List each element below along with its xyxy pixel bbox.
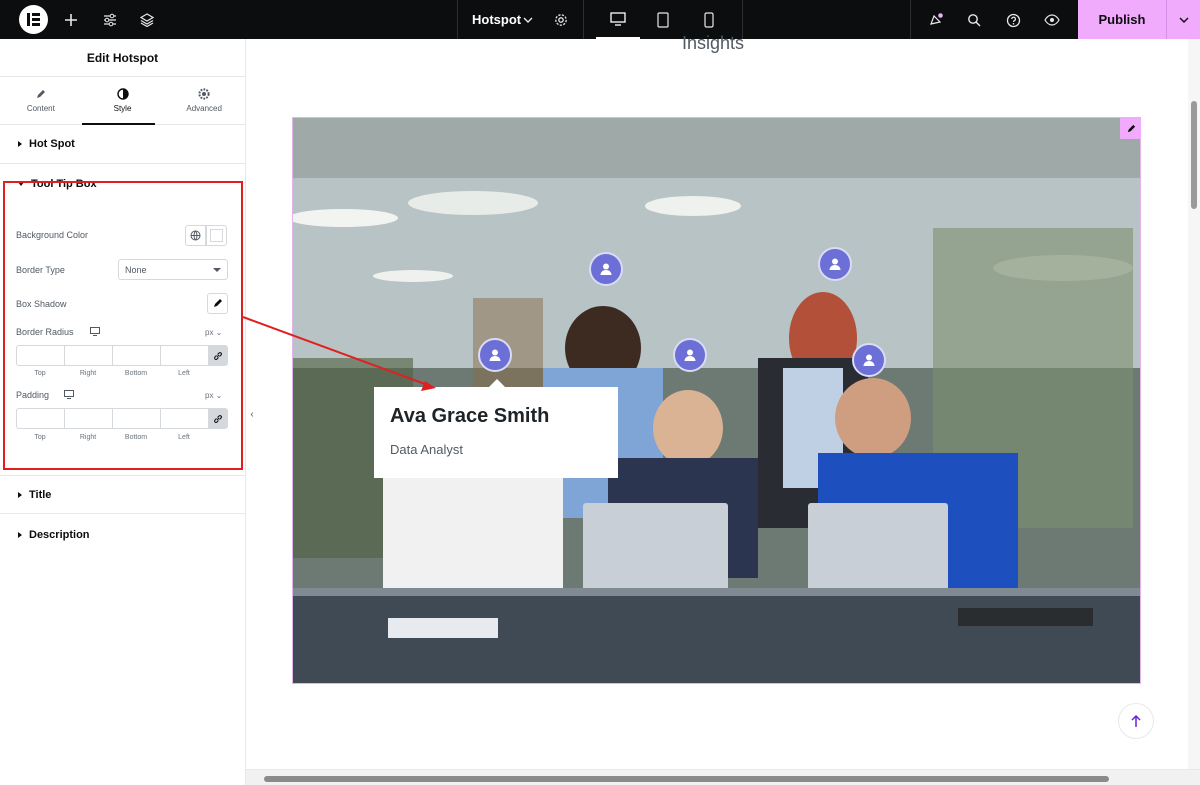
caret-right-icon [18, 141, 22, 147]
section-description-label: Description [29, 528, 90, 541]
tab-advanced[interactable]: Advanced [163, 77, 245, 124]
chevron-down-icon[interactable] [517, 9, 539, 31]
scroll-to-top-button[interactable] [1118, 703, 1154, 739]
user-icon [684, 349, 696, 361]
section-title[interactable]: Title [0, 475, 245, 514]
editor-panel: Edit Hotspot Content Style Advanced Hot … [0, 39, 246, 785]
collapse-panel-button[interactable]: ‹ [246, 399, 258, 429]
panel-tabs: Content Style Advanced [0, 77, 245, 125]
tooltip-title: Ava Grace Smith [390, 405, 550, 427]
publish-options-button[interactable] [1166, 0, 1200, 39]
vertical-scrollbar[interactable] [1188, 39, 1200, 769]
tab-advanced-label: Advanced [186, 104, 222, 113]
user-icon [489, 349, 501, 361]
highlight-box [3, 181, 243, 470]
edit-widget-button[interactable] [1120, 118, 1141, 139]
scrollbar-thumb[interactable] [264, 776, 1109, 782]
arrow-up-icon [1131, 714, 1141, 727]
scrollbar-thumb[interactable] [1191, 101, 1197, 209]
document-name[interactable]: Hotspot [472, 12, 521, 27]
sliders-icon[interactable] [99, 9, 121, 31]
desktop-icon[interactable] [596, 0, 640, 39]
section-hot-spot[interactable]: Hot Spot [0, 125, 245, 164]
preview-eye-icon[interactable] [1041, 9, 1063, 31]
user-icon [829, 258, 841, 270]
tab-style-label: Style [113, 104, 132, 113]
hotspot-marker[interactable] [673, 338, 707, 372]
section-hot-spot-label: Hot Spot [29, 138, 75, 150]
contrast-icon [116, 88, 129, 100]
preview-canvas: Insights Ava Grace Smith Data Analyst [246, 33, 1200, 785]
section-description[interactable]: Description [0, 515, 245, 554]
pencil-icon [37, 89, 46, 98]
divider [457, 0, 458, 39]
user-icon [600, 263, 612, 275]
hotspot-marker[interactable] [818, 247, 852, 281]
tooltip-description: Data Analyst [390, 442, 463, 457]
elementor-logo-icon[interactable] [19, 5, 48, 34]
settings-icon[interactable] [550, 9, 572, 31]
user-icon [863, 354, 875, 366]
top-bar: Hotspot Publish [0, 0, 1200, 39]
divider [910, 0, 911, 39]
help-icon[interactable] [1002, 9, 1024, 31]
hotspot-marker-active[interactable] [478, 338, 512, 372]
caret-right-icon [18, 531, 22, 538]
hotspot-marker[interactable] [589, 252, 623, 286]
chevron-down-icon [1179, 17, 1188, 23]
tab-content[interactable]: Content [0, 77, 82, 124]
hotspot-tooltip: Ava Grace Smith Data Analyst [374, 379, 618, 478]
caret-right-icon [18, 491, 22, 498]
notifications-icon[interactable] [925, 9, 947, 31]
add-icon[interactable] [60, 9, 82, 31]
section-heading: Insights [682, 33, 745, 53]
section-title-label: Title [29, 488, 52, 501]
pencil-icon [1127, 124, 1135, 132]
publish-button[interactable]: Publish [1078, 0, 1166, 39]
tooltip-notch [489, 379, 505, 387]
tab-style[interactable]: Style [82, 77, 164, 124]
hotspot-marker[interactable] [852, 343, 886, 377]
horizontal-scrollbar[interactable] [246, 769, 1200, 785]
divider [583, 0, 584, 39]
active-tab-indicator [82, 123, 155, 125]
layers-icon[interactable] [136, 9, 158, 31]
panel-title: Edit Hotspot [0, 39, 245, 77]
tab-content-label: Content [26, 103, 55, 113]
gear-icon [198, 88, 210, 100]
search-icon[interactable] [963, 9, 985, 31]
tablet-icon[interactable] [641, 0, 685, 39]
